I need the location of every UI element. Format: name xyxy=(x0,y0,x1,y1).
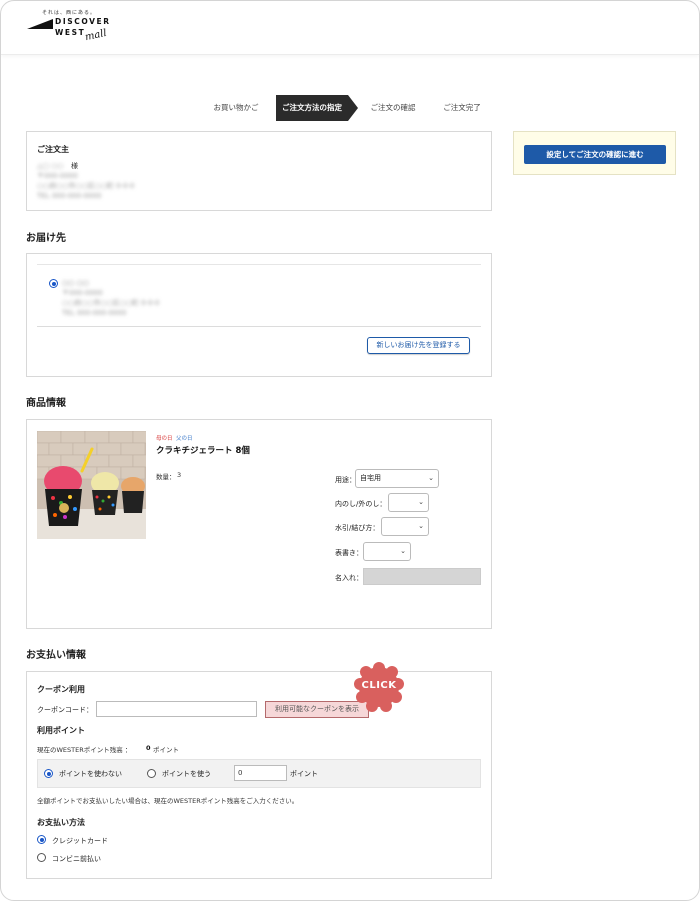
mizuhiki-label: 水引/結び方： xyxy=(335,524,380,532)
side-confirm-panel: 設定してご注文の確認に進む xyxy=(513,131,676,175)
page-frame: それは、西にある。 DISCOVER WEST mall お買い物かご ご注文方… xyxy=(0,0,700,901)
coupon-code-input[interactable] xyxy=(96,701,257,717)
credit-card-label: クレジットカード xyxy=(52,837,108,845)
convenience-store-label: コンビニ前払い xyxy=(52,855,101,863)
coupon-title: クーポン利用 xyxy=(37,685,85,694)
product-image[interactable] xyxy=(37,431,146,539)
orderer-details: 〒000-0000 ○○府○○市○○区○○町 0-0-0 TEL 000-000… xyxy=(37,172,135,200)
step-complete: ご注文完了 xyxy=(443,103,481,112)
delivery-address-radio[interactable] xyxy=(49,279,58,288)
logo-word-discover: DISCOVER xyxy=(55,17,111,26)
logo-word-mall: mall xyxy=(84,27,108,44)
convenience-store-radio[interactable] xyxy=(37,853,46,862)
payment-method-title: お支払い方法 xyxy=(37,818,85,827)
quantity-value: 3 xyxy=(177,471,182,479)
points-balance-label: 現在のWESTERポイント残高 ： xyxy=(37,746,132,754)
chevron-down-icon: ⌄ xyxy=(418,498,424,506)
omotegaki-label: 表書き： xyxy=(335,549,363,557)
chevron-down-icon: ⌄ xyxy=(400,547,406,555)
delivery-details: 〒000-0000 ○○府○○市○○区○○町 0-0-0 TEL 000-000… xyxy=(62,289,160,317)
logo-triangle-icon xyxy=(27,19,53,29)
orderer-box: ご注文主 △□ ○○ 様 〒000-0000 ○○府○○市○○区○○町 0-0-… xyxy=(26,131,492,211)
points-options-panel: ポイントを使わない ポイントを使う 0 ポイント xyxy=(37,759,481,788)
delivery-divider-top xyxy=(37,264,481,265)
step-order-method: ご注文方法の指定 xyxy=(276,95,358,121)
coupon-code-label: クーポンコード： xyxy=(37,706,93,714)
delivery-box: ○○ ○○ 〒000-0000 ○○府○○市○○区○○町 0-0-0 TEL 0… xyxy=(26,253,492,377)
logo-tagline: それは、西にある。 xyxy=(42,10,97,16)
quantity-label: 数量： xyxy=(156,473,176,481)
orderer-name: △□ ○○ xyxy=(37,162,64,170)
points-amount-unit: ポイント xyxy=(290,770,318,778)
points-yes-label: ポイントを使う xyxy=(162,770,211,778)
orderer-title: ご注文主 xyxy=(37,145,69,154)
orderer-honorific: 様 xyxy=(71,162,78,170)
step-cart: お買い物かご xyxy=(213,103,259,112)
gelato-photo xyxy=(37,431,146,539)
step-confirm: ご注文の確認 xyxy=(370,103,416,112)
usage-select-value: 自宅用 xyxy=(360,474,381,482)
points-yes-radio[interactable] xyxy=(147,769,156,778)
points-note: 全額ポイントでお支払いしたい場合は、現在のWESTERポイント残高をご入力くださ… xyxy=(37,797,299,805)
points-balance-unit: ポイント xyxy=(153,746,179,754)
chevron-down-icon: ⌄ xyxy=(418,522,424,530)
noshi-label: 内のし/外のし： xyxy=(335,500,387,508)
click-badge: CLICK xyxy=(352,662,406,712)
delivery-divider xyxy=(37,326,481,327)
confirm-order-button[interactable]: 設定してご注文の確認に進む xyxy=(524,145,666,164)
logo-word-west: WEST xyxy=(55,28,86,37)
product-section-title: 商品情報 xyxy=(26,398,66,409)
product-tag-mothers-day: 母の日 xyxy=(156,436,173,442)
points-no-radio[interactable] xyxy=(44,769,53,778)
product-name: クラキチジェラート 8個 xyxy=(156,446,250,456)
name-insert-label: 名入れ： xyxy=(335,574,363,582)
credit-card-radio[interactable] xyxy=(37,835,46,844)
points-no-label: ポイントを使わない xyxy=(59,770,122,778)
usage-select[interactable]: 自宅用 ⌄ xyxy=(355,469,439,488)
delivery-name: ○○ ○○ xyxy=(62,279,89,287)
mizuhiki-select[interactable]: ⌄ xyxy=(381,517,429,536)
omotegaki-select[interactable]: ⌄ xyxy=(363,542,411,561)
site-logo[interactable]: それは、西にある。 DISCOVER WEST mall xyxy=(27,9,117,45)
badge-label: CLICK xyxy=(361,680,397,691)
payment-section-title: お支払い情報 xyxy=(26,650,86,661)
site-header: それは、西にある。 DISCOVER WEST mall xyxy=(1,1,699,55)
points-amount-input[interactable]: 0 xyxy=(234,765,287,781)
name-insert-field xyxy=(363,568,481,585)
chevron-down-icon: ⌄ xyxy=(428,474,434,482)
noshi-select[interactable]: ⌄ xyxy=(388,493,429,512)
points-balance-value: 0 xyxy=(146,744,151,752)
product-tag-fathers-day: 父の日 xyxy=(176,436,193,442)
delivery-section-title: お届け先 xyxy=(26,233,66,244)
add-new-address-button[interactable]: 新しいお届け先を登録する xyxy=(367,337,470,354)
points-title: 利用ポイント xyxy=(37,726,85,735)
usage-label: 用途： xyxy=(335,476,356,484)
